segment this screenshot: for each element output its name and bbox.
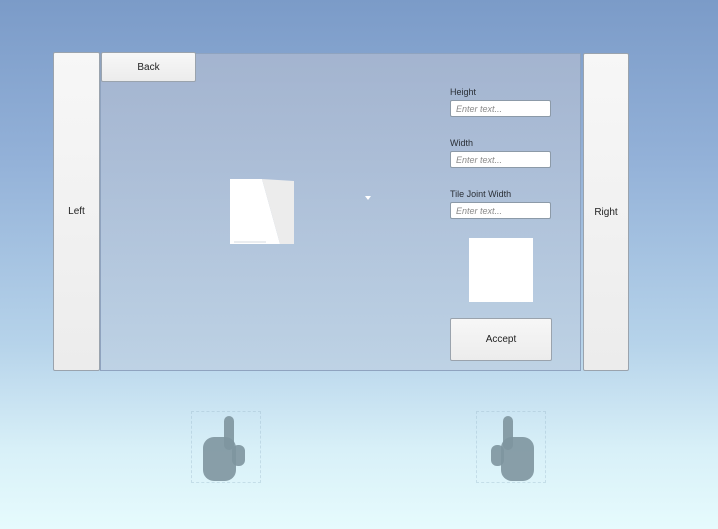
width-label: Width xyxy=(450,138,474,148)
pointing-hand-icon xyxy=(191,411,261,483)
cursor-marker-icon xyxy=(365,188,371,200)
height-input[interactable] xyxy=(450,100,551,117)
left-button[interactable]: Left xyxy=(53,52,100,371)
back-button[interactable]: Back xyxy=(101,52,196,82)
right-button[interactable]: Right xyxy=(583,53,629,371)
tile-preview-icon xyxy=(230,179,294,244)
accept-button[interactable]: Accept xyxy=(450,318,552,361)
texture-preview xyxy=(469,238,533,302)
left-button-label: Left xyxy=(68,206,85,217)
tile-joint-width-label: Tile Joint Width xyxy=(450,189,512,199)
pointing-hand-icon xyxy=(476,411,546,483)
back-button-label: Back xyxy=(137,61,160,73)
tile-joint-width-input[interactable] xyxy=(450,202,551,219)
width-input[interactable] xyxy=(450,151,551,168)
height-label: Height xyxy=(450,87,477,97)
right-button-label: Right xyxy=(594,206,618,218)
accept-button-label: Accept xyxy=(485,334,517,345)
